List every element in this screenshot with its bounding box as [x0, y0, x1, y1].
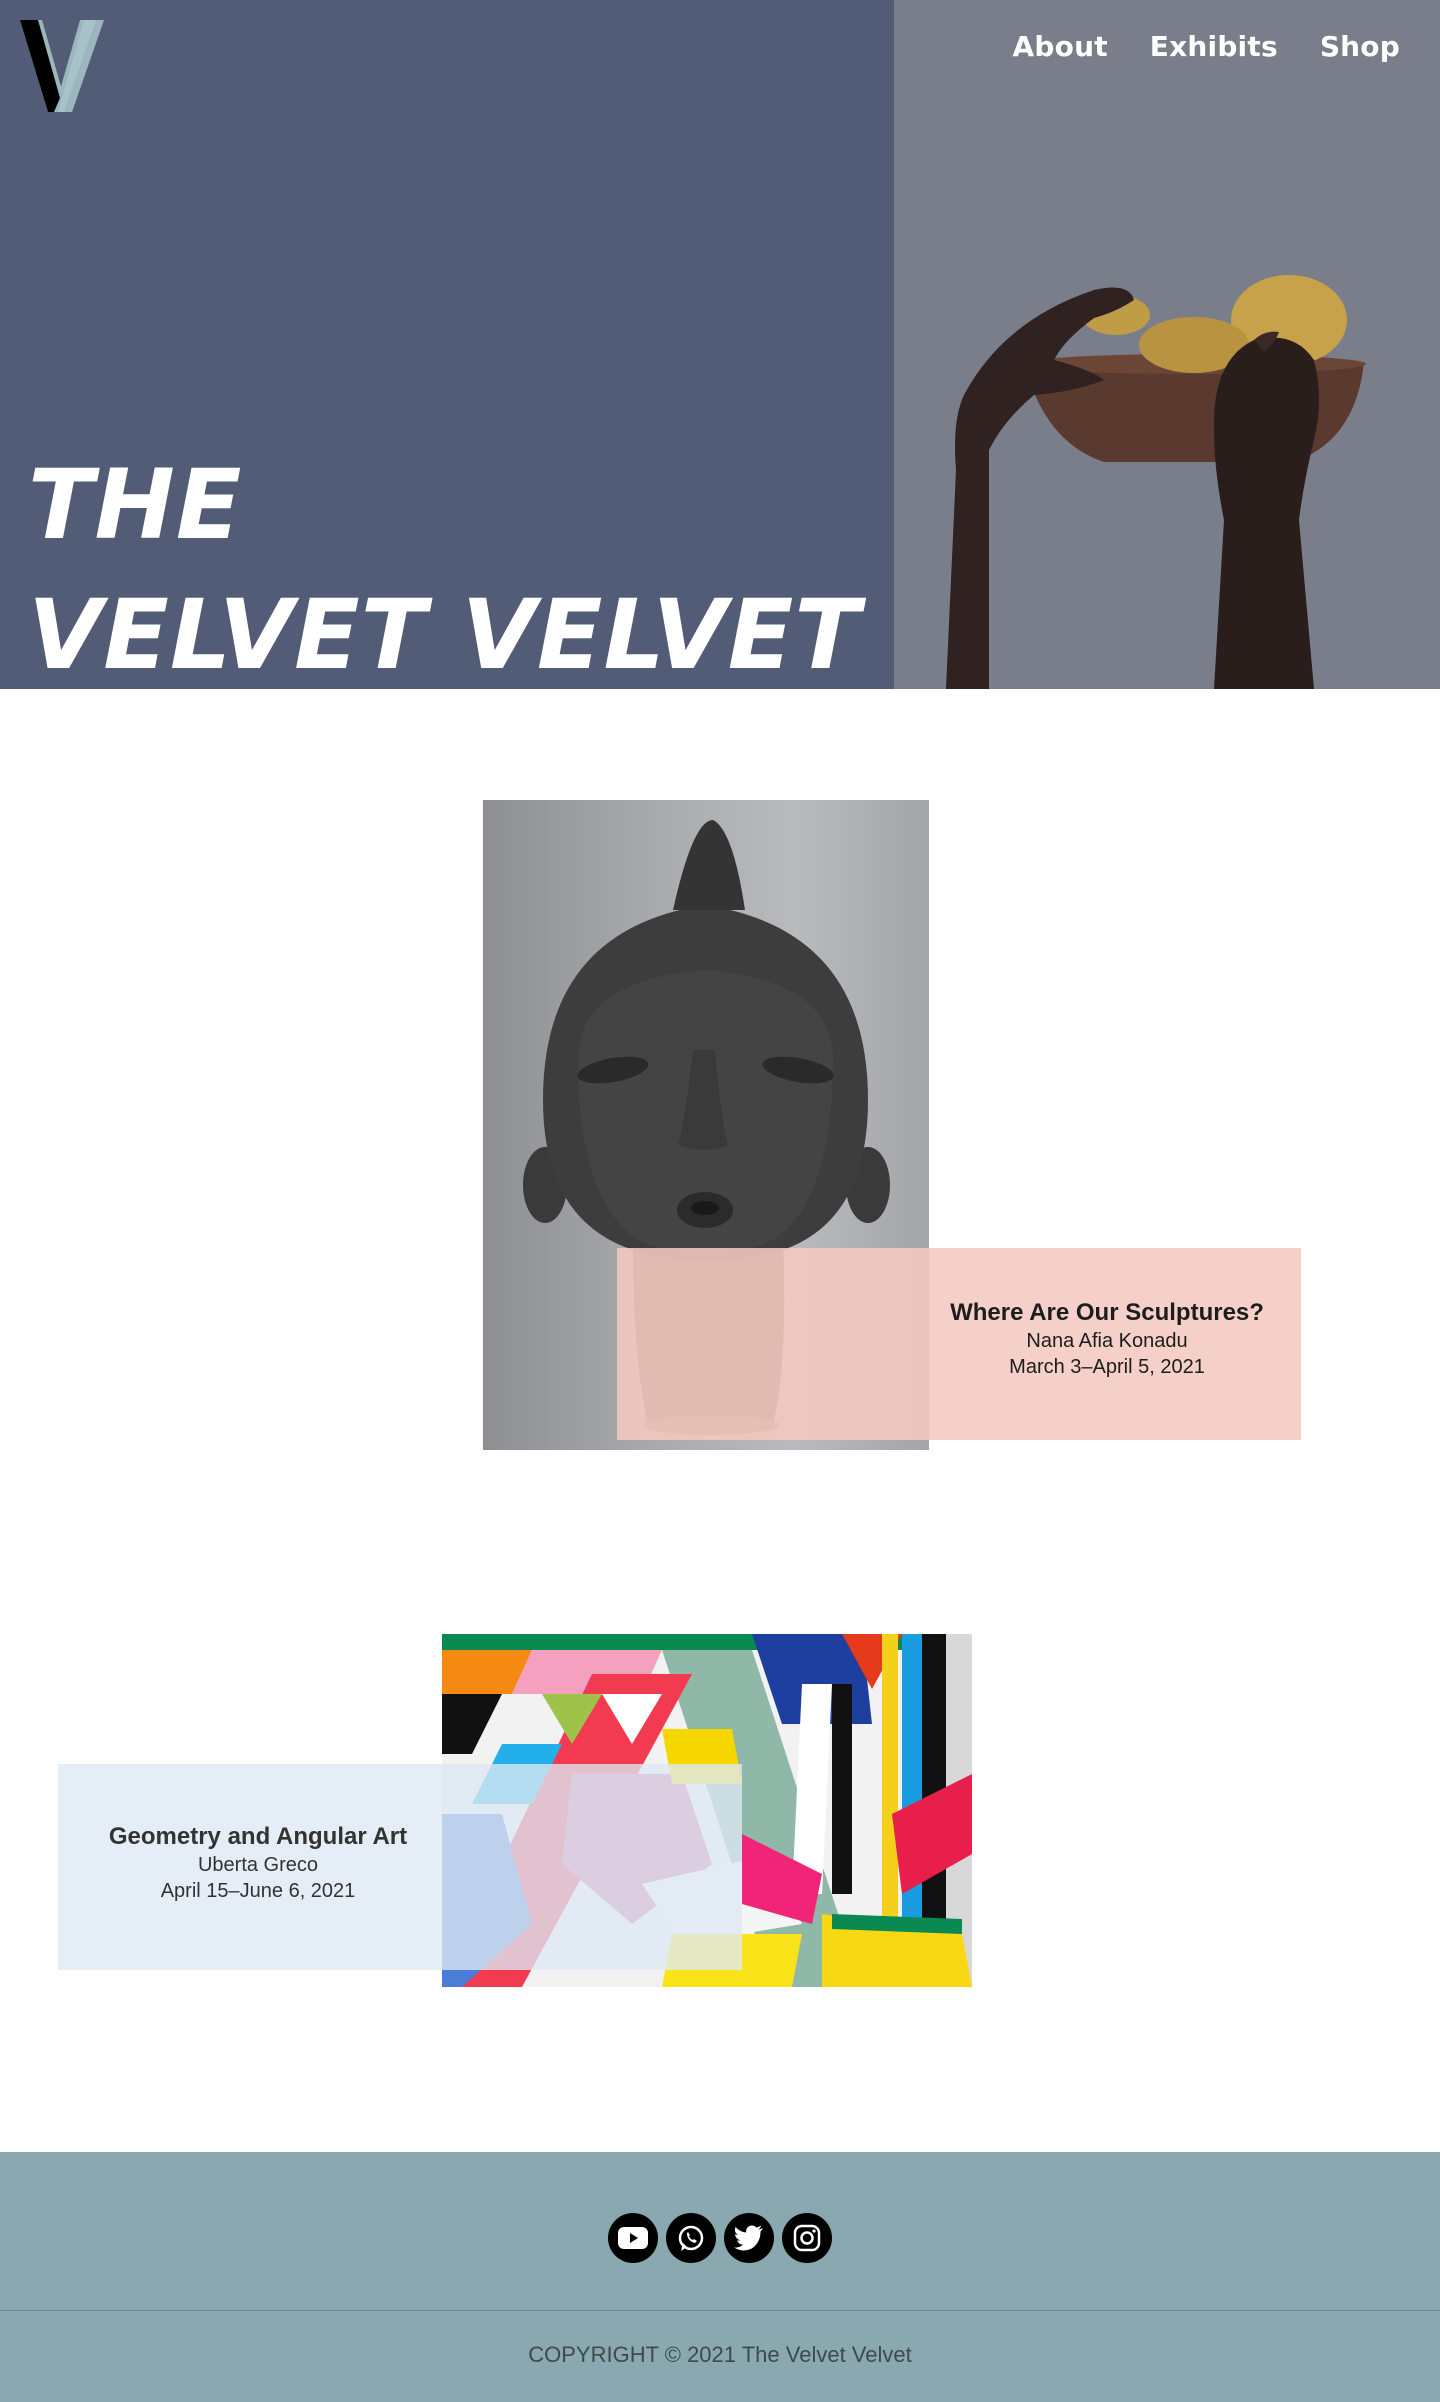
exhibit-artist: Uberta Greco: [197, 1854, 319, 1876]
exhibit-dates: March 3–April 5, 2021: [1009, 1356, 1205, 1378]
instagram-icon[interactable]: [782, 2213, 832, 2263]
exhibit-title[interactable]: Geometry and Angular Art: [78, 1822, 438, 1852]
footer-divider: [0, 2310, 1440, 2311]
copyright-text: COPYRIGHT © 2021 The Velvet Velvet: [528, 2342, 912, 2367]
hero-section: THE VELVET VELVET About Exhibits Shop: [0, 0, 1440, 691]
v-logo-icon[interactable]: [20, 20, 104, 112]
exhibit-artist: Nana Afia Konadu: [1026, 1330, 1188, 1352]
site-footer: COPYRIGHT © 2021 The Velvet Velvet: [0, 2152, 1440, 2402]
nav-about-link[interactable]: About: [1013, 30, 1108, 63]
exhibit-info: Geometry and Angular Art Uberta Greco Ap…: [78, 1822, 438, 1904]
site-title: THE VELVET VELVET: [28, 440, 861, 700]
site-title-line1: THE: [28, 449, 243, 561]
exhibit-dates: April 15–June 6, 2021: [160, 1880, 356, 1902]
site-title-line2: VELVET VELVET: [28, 579, 861, 691]
exhibit-title[interactable]: Where Are Our Sculptures?: [930, 1298, 1284, 1328]
twitter-icon[interactable]: [724, 2213, 774, 2263]
nav-exhibits-link[interactable]: Exhibits: [1150, 30, 1278, 63]
hero-left-panel: THE VELVET VELVET: [0, 0, 894, 691]
nav-shop-link[interactable]: Shop: [1320, 30, 1400, 63]
main-nav: About Exhibits Shop: [1013, 30, 1400, 63]
youtube-icon[interactable]: [608, 2213, 658, 2263]
social-links: [0, 2213, 1440, 2263]
whatsapp-icon[interactable]: [666, 2213, 716, 2263]
exhibit-info: Where Are Our Sculptures? Nana Afia Kona…: [930, 1298, 1284, 1380]
hands-holding-bowl-image: [894, 0, 1440, 689]
